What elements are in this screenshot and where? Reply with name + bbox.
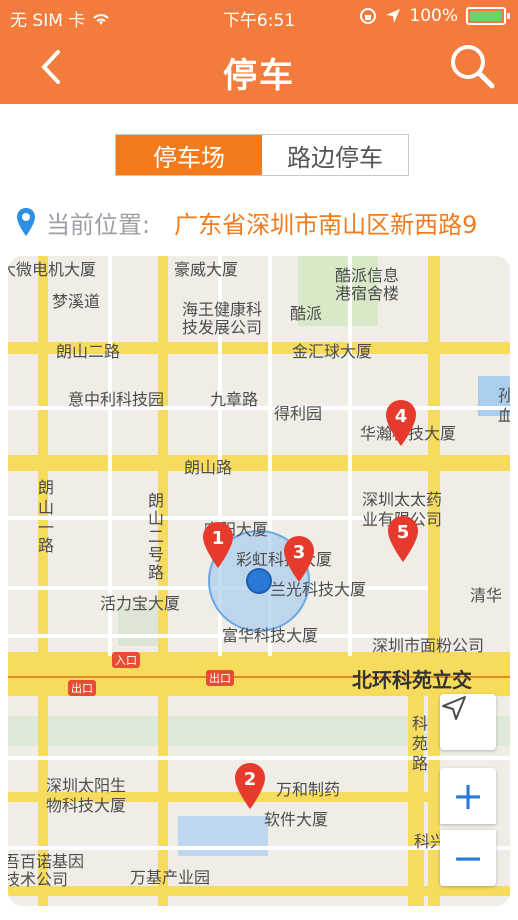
tab-parking-lot-label: 停车场 — [153, 143, 225, 172]
map-label: 出口 — [68, 680, 96, 696]
page-title: 停车 — [223, 56, 295, 96]
map-label: 酷派 — [290, 304, 323, 323]
search-button[interactable] — [446, 40, 498, 92]
map-label: 意中利科技园 — [68, 390, 165, 409]
locate-button[interactable] — [440, 694, 496, 750]
map-label: 软件大厦 — [264, 810, 329, 829]
parking-type-tabs: 停车场 路边停车 — [115, 134, 409, 176]
parking-marker-4[interactable]: 4 — [384, 398, 422, 452]
parking-marker-1[interactable]: 1 — [201, 520, 239, 574]
map-label: 港宿舍楼 — [335, 284, 400, 303]
map-label: 梦溪道 — [52, 292, 101, 311]
orientation-lock-icon — [360, 8, 377, 24]
location-value: 广东省深圳市南山区新西路9 — [174, 210, 478, 239]
map-label: 技发展公司 — [182, 318, 263, 337]
location-label: 当前位置: — [46, 210, 151, 239]
map-label: 万和制药 — [276, 780, 341, 799]
map-label: 路 — [412, 754, 429, 773]
marker-number: 3 — [292, 542, 306, 563]
map-label: 深圳市面粉公司 — [372, 636, 485, 655]
parking-marker-3[interactable]: 3 — [282, 534, 320, 588]
map-label: 物科技大厦 — [46, 796, 127, 815]
map-label: 金汇球大厦 — [292, 342, 373, 361]
map-label: 清华 — [470, 586, 503, 605]
map-label: 出口 — [206, 670, 234, 686]
map-label: 入口 — [112, 652, 140, 668]
location-pin-icon — [17, 208, 35, 236]
map-label: 朗山二路 — [56, 342, 121, 361]
marker-number: 2 — [243, 769, 257, 790]
location-arrow-icon — [386, 9, 401, 23]
locate-icon — [442, 696, 466, 720]
tab-street-parking-label: 路边停车 — [287, 143, 383, 172]
status-bar: 无 SIM 卡 下午6:51 100% — [0, 0, 518, 34]
map-label: 富华科技大厦 — [222, 626, 319, 645]
map-label: 北环科苑立交 — [352, 668, 472, 692]
map-label: 九章路 — [210, 390, 259, 409]
map-label: 万基产业园 — [130, 868, 211, 887]
map-label: 朗山二号路 — [148, 491, 165, 582]
map-label: 血 — [498, 406, 510, 425]
map-label: 朗山路 — [184, 458, 233, 477]
map-view[interactable]: 大微电机大厦 豪威大厦 酷派信息 港宿舍楼 梦溪道 海王健康科 技发展公司 酷派… — [8, 256, 510, 906]
parking-marker-5[interactable]: 5 — [386, 514, 424, 568]
zoom-out-button[interactable]: − — [440, 830, 496, 886]
navigation-bar: 停车 — [0, 34, 518, 104]
marker-number: 4 — [394, 406, 408, 427]
map-label: 路 — [38, 536, 55, 555]
map-label: 豪威大厦 — [174, 260, 239, 279]
map-label: 大微电机大厦 — [8, 260, 97, 279]
zoom-out-icon: − — [452, 836, 484, 880]
current-location-row: 当前位置: 广东省深圳市南山区新西路9 — [16, 204, 506, 240]
map-label: 得利园 — [274, 404, 323, 423]
zoom-in-button[interactable]: + — [440, 768, 496, 824]
tab-parking-lot[interactable]: 停车场 — [116, 135, 262, 175]
zoom-in-icon: + — [452, 774, 484, 818]
map-label: 技术公司 — [8, 870, 69, 889]
app-header: 无 SIM 卡 下午6:51 100% 停车 — [0, 0, 518, 104]
marker-number: 5 — [396, 522, 410, 543]
map-label: 活力宝大厦 — [100, 594, 181, 613]
parking-marker-2[interactable]: 2 — [233, 761, 271, 815]
battery-icon — [466, 7, 510, 25]
tab-street-parking[interactable]: 路边停车 — [262, 135, 408, 175]
battery-percent: 100% — [409, 6, 458, 26]
search-icon — [451, 45, 495, 89]
marker-number: 1 — [211, 528, 225, 549]
